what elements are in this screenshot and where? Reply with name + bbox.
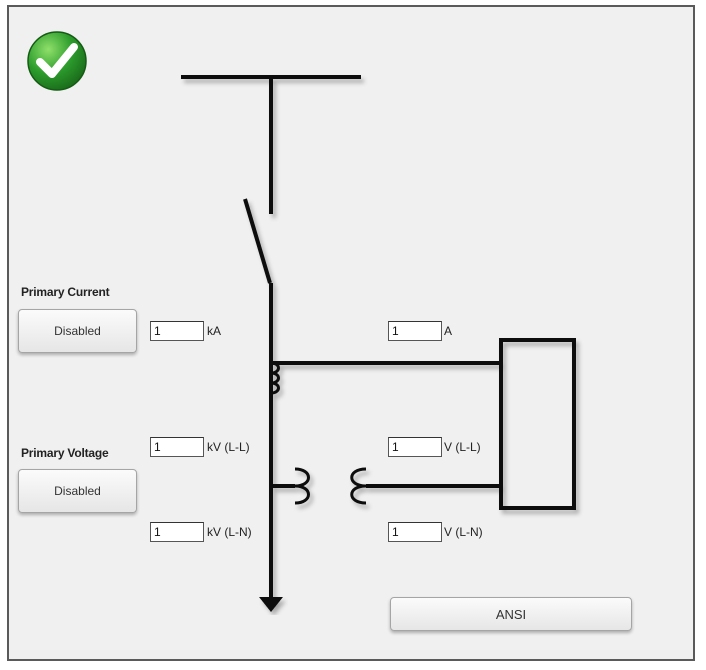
disconnect-switch: [243, 198, 272, 284]
potential-transformer-primary: [294, 467, 310, 505]
secondary-voltage-ln-unit: V (L-N): [444, 525, 483, 539]
primary-voltage-ln-unit: kV (L-N): [207, 525, 252, 539]
secondary-current-unit: A: [444, 324, 453, 338]
secondary-voltage-ln-input[interactable]: [388, 522, 442, 542]
primary-current-unit: kA: [207, 324, 222, 338]
primary-current-input[interactable]: [150, 321, 204, 341]
primary-voltage-disabled-button[interactable]: Disabled: [18, 469, 137, 513]
primary-voltage-ll-input[interactable]: [150, 437, 204, 457]
secondary-voltage-ll-input[interactable]: [388, 437, 442, 457]
potential-transformer-secondary: [350, 467, 367, 505]
primary-voltage-label: Primary Voltage: [21, 446, 109, 460]
primary-current-disabled-button[interactable]: Disabled: [18, 309, 137, 353]
primary-voltage-ln-input[interactable]: [150, 522, 204, 542]
relay-box: [499, 338, 576, 510]
secondary-current-input[interactable]: [388, 321, 442, 341]
ansi-standard-button[interactable]: ANSI: [390, 597, 632, 631]
configuration-panel: Primary Current Disabled kA A Primary Vo…: [7, 5, 695, 661]
primary-current-label: Primary Current: [21, 285, 110, 299]
secondary-voltage-ll-unit: V (L-L): [444, 440, 481, 454]
feeder-arrow: [259, 597, 283, 612]
primary-voltage-ll-unit: kV (L-L): [207, 440, 250, 454]
